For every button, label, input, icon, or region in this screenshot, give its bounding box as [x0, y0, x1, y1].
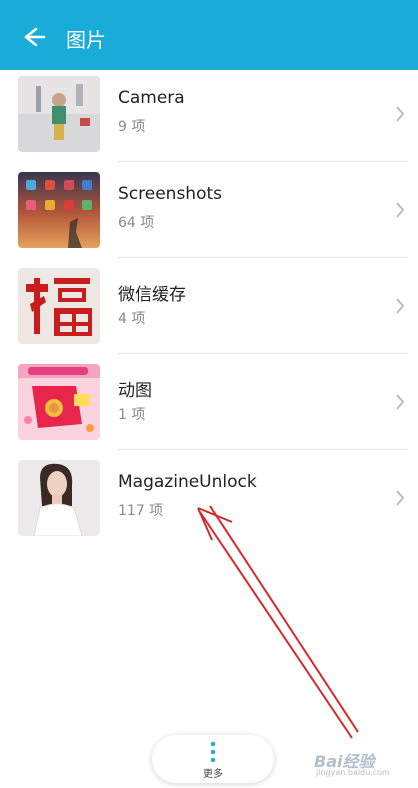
chevron-right-icon: [396, 106, 405, 122]
album-thumbnail-gif: [18, 364, 100, 440]
album-row-gif[interactable]: 动图 1 项: [0, 354, 418, 450]
album-count: 9 项: [118, 119, 146, 135]
album-thumbnail-camera: [18, 76, 100, 152]
album-name: Screenshots: [118, 184, 223, 204]
album-name: 动图: [118, 381, 152, 401]
chevron-right-icon: [396, 298, 405, 314]
watermark-url: jingyan.baidu.com: [316, 768, 390, 777]
more-vertical-icon: [210, 741, 216, 763]
watermark: Bai经验 jingyan.baidu.com: [314, 748, 410, 782]
more-button[interactable]: 更多: [152, 735, 274, 783]
album-count: 64 项: [118, 215, 155, 231]
album-count: 4 项: [118, 311, 146, 327]
page-title: 图片: [66, 28, 106, 52]
album-row-wechat-cache[interactable]: 微信缓存 4 项: [0, 258, 418, 354]
album-row-camera[interactable]: Camera 9 项: [0, 66, 418, 162]
album-row-magazine-unlock[interactable]: MagazineUnlock 117 项: [0, 450, 418, 546]
album-name: Camera: [118, 88, 185, 108]
album-thumbnail-magazine-unlock: [18, 460, 100, 536]
back-arrow-icon[interactable]: [14, 20, 48, 54]
album-name: MagazineUnlock: [118, 472, 257, 492]
album-thumbnail-screenshots: [18, 172, 100, 248]
album-count: 1 项: [118, 407, 146, 423]
chevron-right-icon: [396, 202, 405, 218]
album-row-screenshots[interactable]: Screenshots 64 项: [0, 162, 418, 258]
album-name: 微信缓存: [118, 285, 186, 305]
chevron-right-icon: [396, 394, 405, 410]
app-bar: 图片: [0, 0, 418, 70]
album-thumbnail-wechat-cache: [18, 268, 100, 344]
album-count: 117 项: [118, 503, 164, 519]
more-label: 更多: [203, 769, 223, 780]
chevron-right-icon: [396, 490, 405, 506]
